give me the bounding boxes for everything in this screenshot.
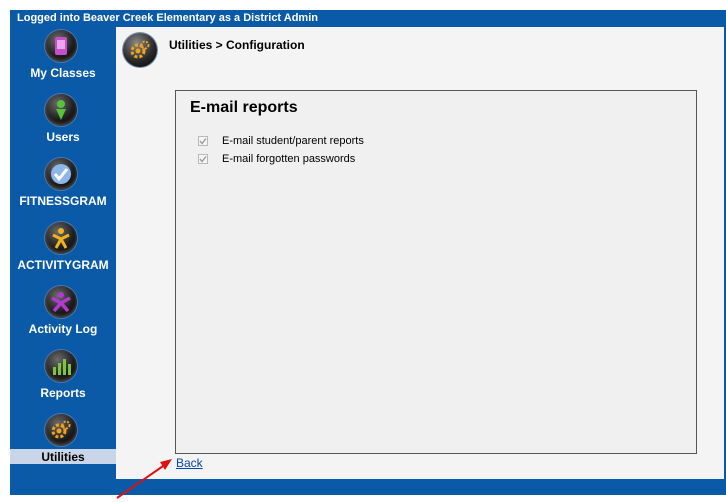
sidebar-item-label: Users xyxy=(46,130,80,144)
sidebar-item-activity-log[interactable]: Activity Log xyxy=(10,283,116,347)
sidebar-item-label: FITNESSGRAM xyxy=(19,194,107,208)
sidebar-item-utilities[interactable]: Utilities xyxy=(10,411,116,475)
sidebar-item-label: Utilities xyxy=(41,450,85,464)
option-label: E-mail forgotten passwords xyxy=(222,153,356,165)
my-classes-icon xyxy=(45,30,77,62)
utilities-icon xyxy=(45,414,77,446)
app-frame: Logged into Beaver Creek Elementary as a… xyxy=(10,10,726,495)
sidebar-item-label: ACTIVITYGRAM xyxy=(17,258,109,272)
sidebar-item-label: Reports xyxy=(40,386,86,400)
sidebar-item-label: My Classes xyxy=(30,66,96,80)
fitnessgram-icon xyxy=(45,158,77,190)
sidebar-item-users[interactable]: Users xyxy=(10,91,116,155)
login-status-bar: Logged into Beaver Creek Elementary as a… xyxy=(17,12,318,24)
activitygram-icon xyxy=(45,222,77,254)
checkmark-icon xyxy=(199,138,207,145)
email-student-parent-checkbox[interactable] xyxy=(198,136,208,146)
sidebar-item-activitygram[interactable]: ACTIVITYGRAM xyxy=(10,219,116,283)
sidebar: My Classes Users FITNESSGRAM ACTIVITYGRA… xyxy=(10,27,116,479)
sidebar-item-fitnessgram[interactable]: FITNESSGRAM xyxy=(10,155,116,219)
utilities-icon xyxy=(123,33,157,67)
email-reports-panel: E-mail reports E-mail student/parent rep… xyxy=(175,90,697,454)
sidebar-item-my-classes[interactable]: My Classes xyxy=(10,27,116,91)
email-forgotten-passwords-checkbox[interactable] xyxy=(198,154,208,164)
option-label: E-mail student/parent reports xyxy=(222,135,364,147)
users-icon xyxy=(45,94,77,126)
activity-log-icon xyxy=(45,286,77,318)
checkmark-icon xyxy=(199,156,207,163)
panel-title: E-mail reports xyxy=(190,99,298,116)
back-link[interactable]: Back xyxy=(176,456,203,470)
sidebar-item-reports[interactable]: Reports xyxy=(10,347,116,411)
reports-icon xyxy=(45,350,77,382)
sidebar-item-label: Activity Log xyxy=(28,322,98,336)
breadcrumb: Utilities > Configuration xyxy=(169,38,305,52)
main-content: Utilities > Configuration E-mail reports… xyxy=(116,27,724,479)
